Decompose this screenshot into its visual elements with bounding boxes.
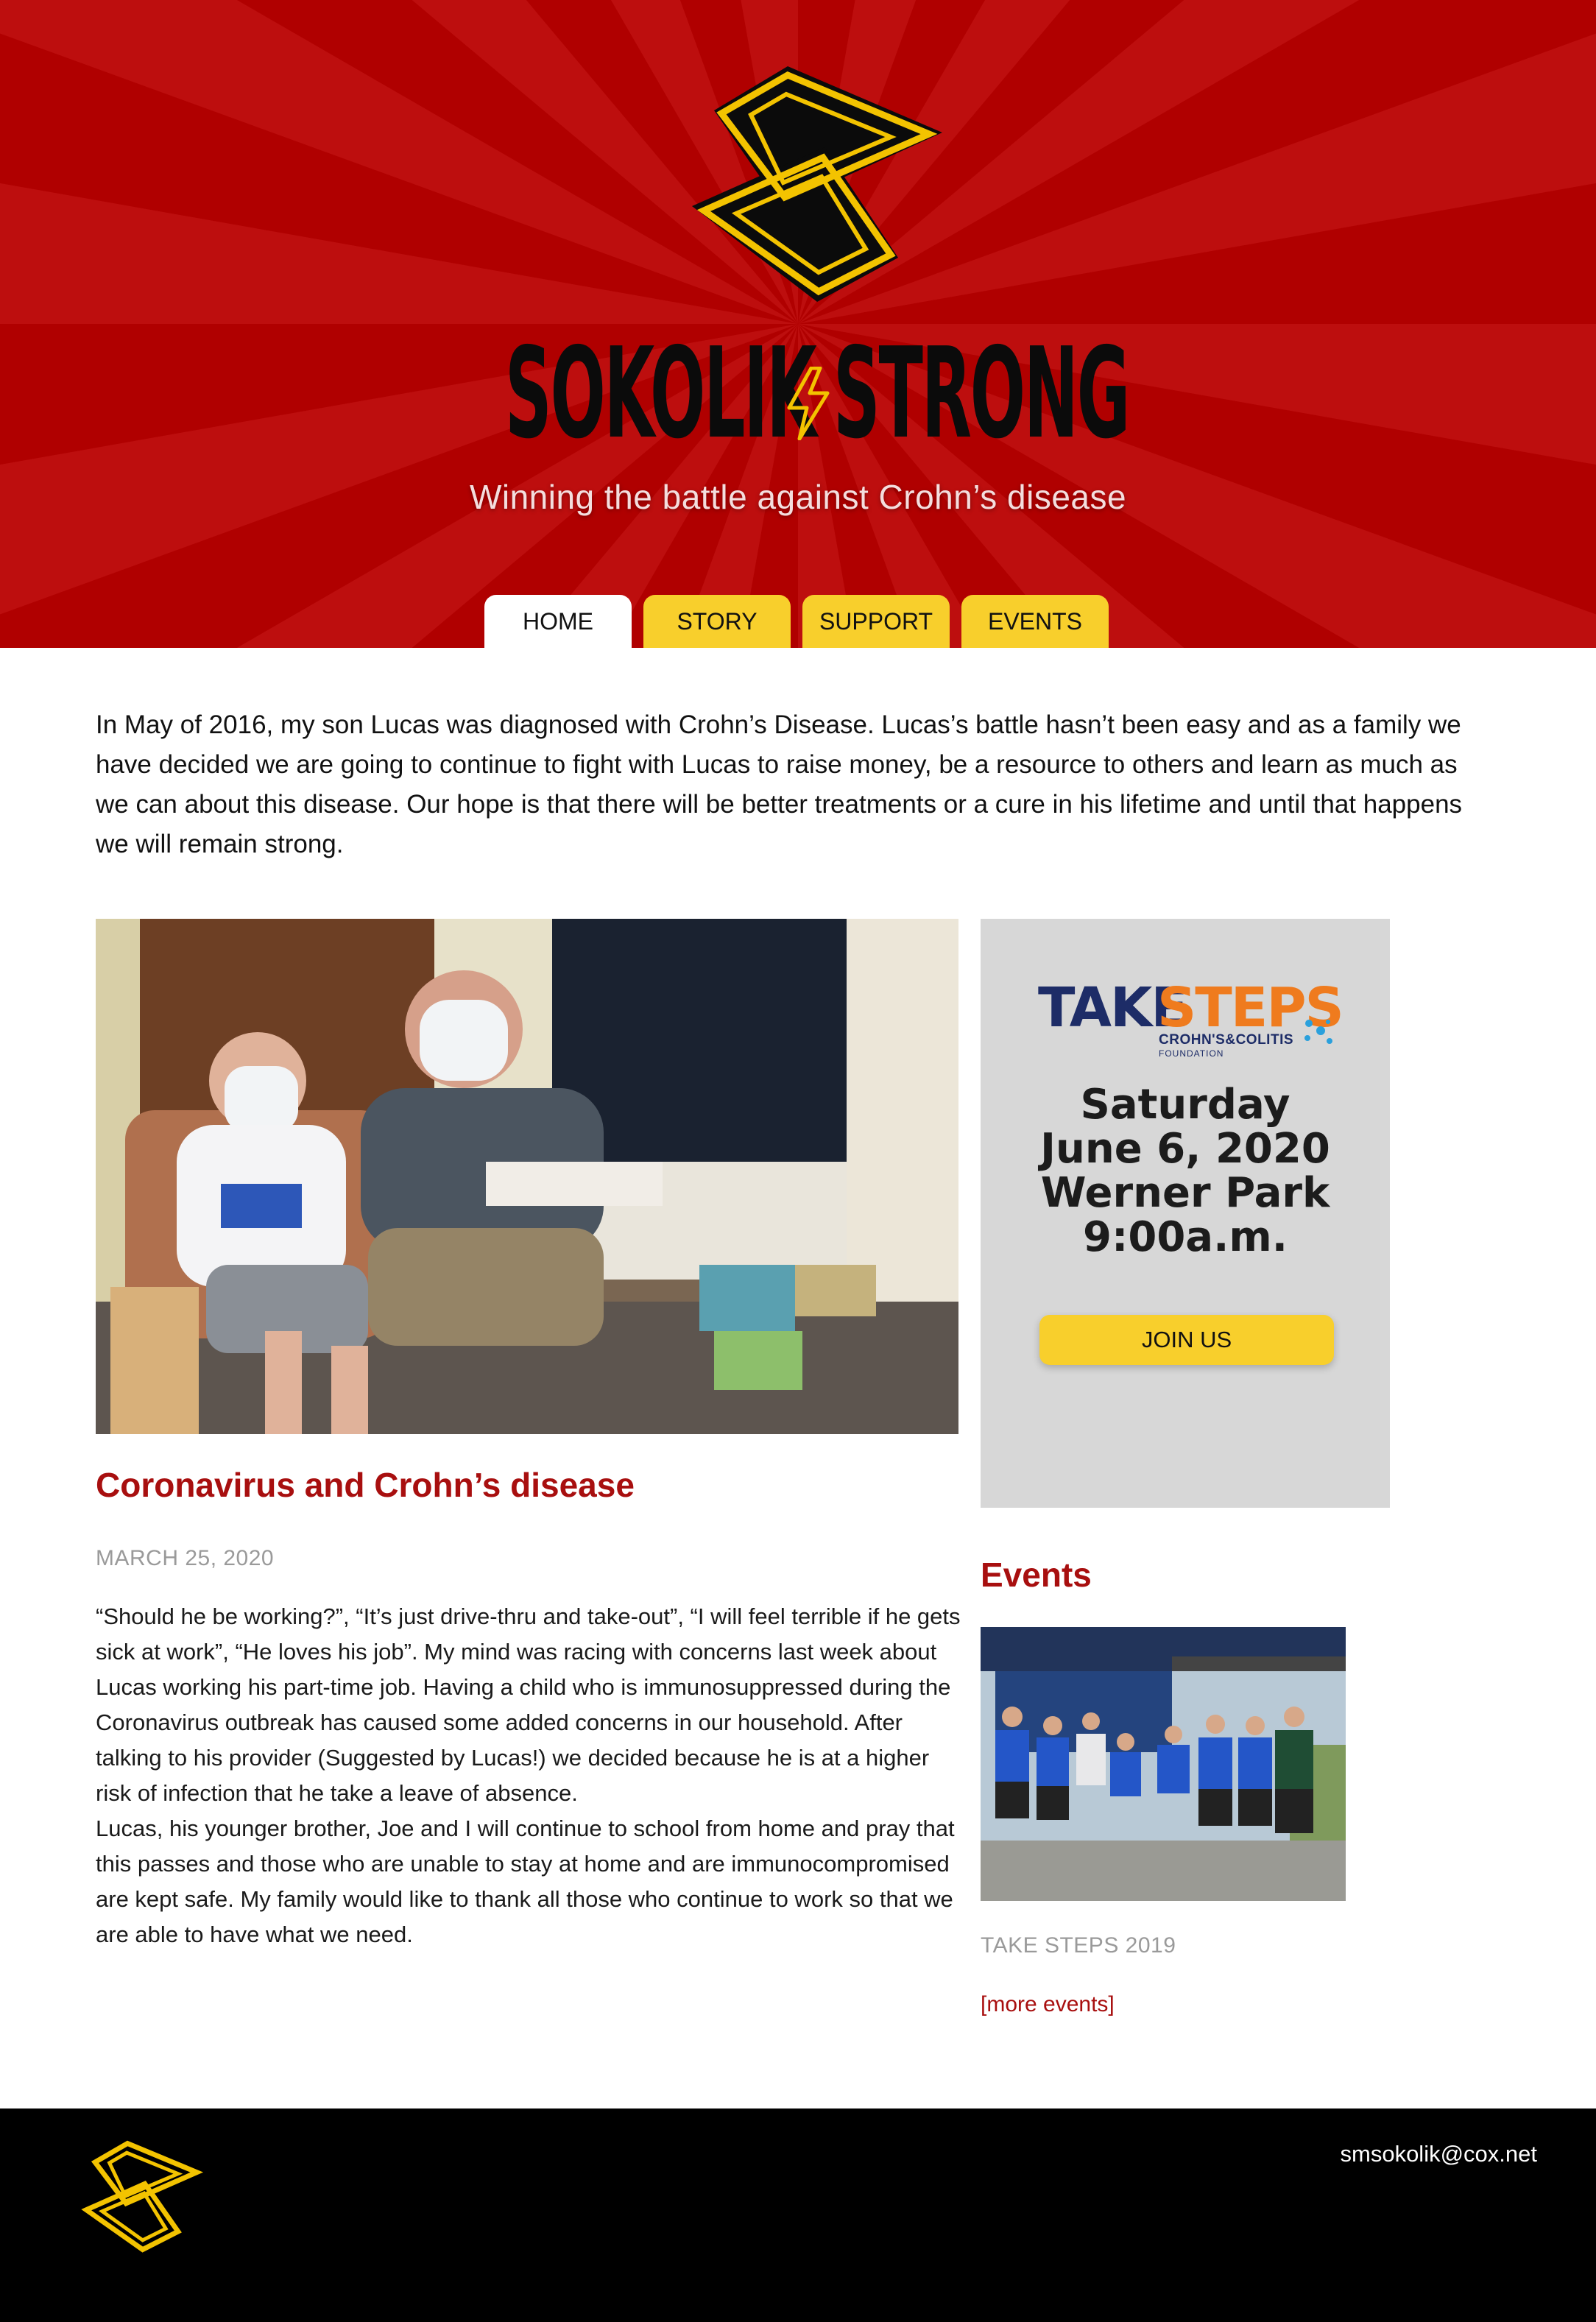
tab-support[interactable]: SUPPORT: [802, 595, 950, 648]
lightning-bolt-icon: [787, 367, 830, 440]
team-group-photo: [981, 1627, 1346, 1901]
logo-foundation-text: FOUNDATION: [1159, 1048, 1224, 1059]
intro-paragraph: In May of 2016, my son Lucas was diagnos…: [96, 710, 1463, 858]
promo-time: 9:00a.m.: [1083, 1213, 1288, 1261]
main-nav: HOME STORY SUPPORT EVENTS: [484, 595, 1109, 648]
take-steps-promo: TAKE STEPS CROHN'S&COLITIS FOUNDATION Sa…: [981, 919, 1390, 1508]
brand-wordmark: SOKOLIK STRONG: [501, 321, 1130, 467]
hero-banner: SOKOLIK STRONG Winning the battle agains…: [0, 0, 1596, 648]
event-caption: TAKE STEPS 2019: [981, 1933, 1176, 1958]
promo-venue: Werner Park: [1040, 1169, 1330, 1217]
promo-day: Saturday: [1080, 1081, 1290, 1129]
s-logo-icon: [692, 66, 942, 302]
sparkle-dots-icon: [1304, 1020, 1332, 1044]
post-date: MARCH 25, 2020: [96, 1546, 275, 1570]
post-paragraph-2: Lucas, his younger brother, Joe and I wi…: [96, 1815, 955, 1947]
logo-sub-text: CROHN'S&COLITIS: [1159, 1032, 1294, 1048]
take-steps-logo: TAKE STEPS CROHN'S&COLITIS FOUNDATION: [1038, 975, 1344, 1063]
waiting-room-photo: [96, 919, 958, 1434]
footer-email-link[interactable]: smsokolik@cox.net: [1341, 2141, 1538, 2167]
post-paragraph-1: “Should he be working?”, “It’s just driv…: [96, 1603, 961, 1806]
join-us-button[interactable]: JOIN US: [1039, 1315, 1334, 1365]
more-events-link[interactable]: [more events]: [981, 1992, 1115, 2017]
post-title-link[interactable]: Coronavirus and Crohn’s disease: [96, 1465, 635, 1505]
events-heading: Events: [981, 1556, 1092, 1594]
post-photo[interactable]: [96, 919, 958, 1434]
tagline: Winning the battle against Crohn’s disea…: [469, 478, 1127, 516]
footer-s-logo-icon: [81, 2140, 204, 2253]
tab-home[interactable]: HOME: [484, 595, 632, 648]
event-photo[interactable]: [981, 1627, 1346, 1901]
tab-story[interactable]: STORY: [643, 595, 791, 648]
footer: smsokolik@cox.net: [0, 2108, 1596, 2322]
post-body: “Should he be working?”, “It’s just driv…: [96, 1599, 964, 1952]
brand-left-text: SOKOLIK: [505, 321, 817, 467]
tab-events[interactable]: EVENTS: [961, 595, 1109, 648]
brand-right-text: STRONG: [833, 321, 1130, 467]
promo-date: June 6, 2020: [1040, 1125, 1330, 1173]
